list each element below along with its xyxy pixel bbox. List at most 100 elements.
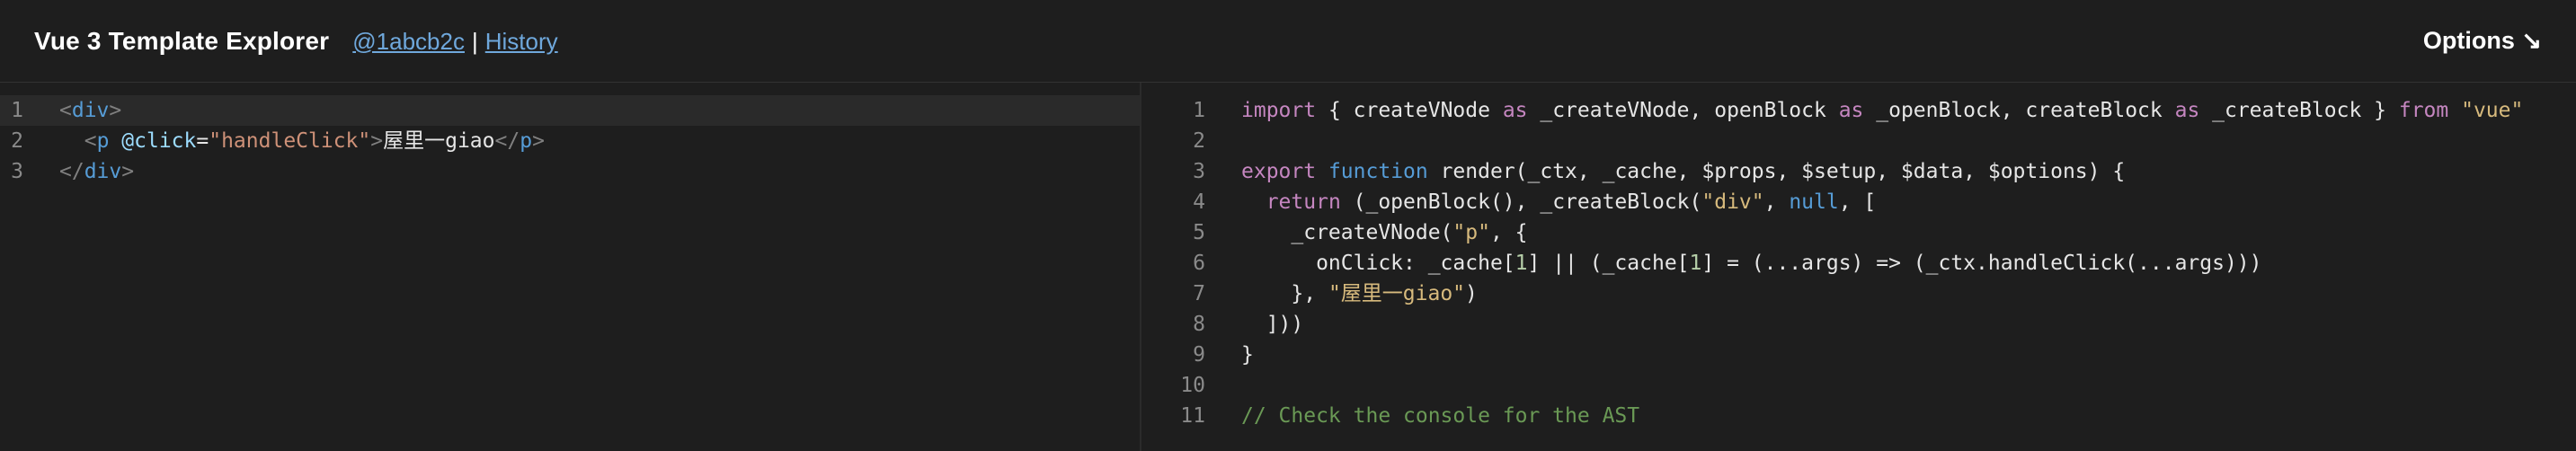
line-number: 3	[11, 160, 23, 183]
code-line[interactable]: 1 <div>	[0, 95, 1140, 126]
code-text: // Check the console for the AST	[1241, 401, 1639, 431]
code-token: "handleClick"	[209, 129, 371, 153]
code-line[interactable]: 6 onClick: _cache[1] || (_cache[1] = (..…	[1141, 248, 2576, 279]
output-editor[interactable]: 1 import { createVNode as _createVNode, o…	[1141, 83, 2576, 451]
line-number: 8	[1193, 313, 1205, 336]
options-toggle[interactable]: Options ↘	[2423, 27, 2542, 55]
code-line[interactable]: 3 export function render(_ctx, _cache, $p…	[1141, 156, 2576, 187]
code-text: _createVNode("p", {	[1241, 217, 1528, 248]
code-text: </div>	[59, 156, 134, 187]
code-token: p	[96, 129, 110, 153]
code-line[interactable]: 10	[1141, 370, 2576, 401]
code-token: </	[494, 129, 520, 153]
code-token: render(_ctx, _cache, $props, $setup, $da…	[1427, 160, 2126, 183]
code-token: from	[2398, 99, 2449, 122]
code-token: as	[1502, 99, 1528, 122]
code-token: 1	[1689, 252, 1702, 275]
output-code-lines[interactable]: 1 import { createVNode as _createVNode, o…	[1141, 95, 2576, 431]
line-number: 5	[1193, 221, 1205, 244]
code-token: =	[196, 129, 209, 153]
link-separator: |	[471, 27, 478, 55]
code-line[interactable]: 7 }, "屋里一giao")	[1141, 279, 2576, 309]
line-number: 7	[1193, 282, 1205, 305]
code-token: _createVNode(	[1241, 221, 1453, 244]
source-editor[interactable]: 1 <div> 2 <p @click="handleClick">屋里一giao<…	[0, 83, 1141, 451]
line-number: 3	[1193, 160, 1205, 183]
code-token: >	[109, 99, 122, 122]
commit-link[interactable]: @1abcb2c	[352, 28, 465, 56]
code-text: <p @click="handleClick">屋里一giao</p>	[59, 126, 545, 156]
code-token: onClick: _cache[	[1241, 252, 1515, 275]
code-line[interactable]: 2	[1141, 126, 2576, 156]
code-text: }	[1241, 340, 1254, 370]
code-token: </	[59, 160, 84, 183]
line-number: 1	[1193, 99, 1205, 122]
code-line[interactable]: 5 _createVNode("p", {	[1141, 217, 2576, 248]
code-line[interactable]: 4 return (_openBlock(), _createBlock("di…	[1141, 187, 2576, 217]
line-number: 9	[1193, 343, 1205, 367]
code-token: (_openBlock(), _createBlock(	[1340, 190, 1702, 214]
code-token: <	[59, 99, 72, 122]
code-token: ] = (...args) => (_ctx.handleClick(...ar…	[1701, 252, 2262, 275]
code-token: "屋里一giao"	[1328, 282, 1466, 305]
code-token: "p"	[1452, 221, 1490, 244]
code-token: , [	[1838, 190, 1877, 214]
code-token: ] || (_cache[	[1527, 252, 1690, 275]
line-number: 10	[1180, 374, 1205, 397]
code-token: export	[1241, 160, 1317, 183]
code-token: div	[84, 160, 122, 183]
line-number: 2	[11, 129, 23, 153]
code-token: }	[1241, 343, 1254, 367]
history-link[interactable]: History	[485, 28, 558, 56]
code-text: import { createVNode as _createVNode, op…	[1241, 95, 2523, 126]
line-number: 11	[1180, 404, 1205, 428]
code-line[interactable]: 1 import { createVNode as _createVNode, o…	[1141, 95, 2576, 126]
code-text: onClick: _cache[1] || (_cache[1] = (...a…	[1241, 248, 2262, 279]
code-text: }, "屋里一giao")	[1241, 279, 1478, 309]
code-token: },	[1241, 282, 1328, 305]
code-token: as	[1838, 99, 1864, 122]
code-token: 屋里一giao	[383, 129, 495, 153]
code-token: <	[84, 129, 97, 153]
code-token: { createVNode	[1316, 99, 1503, 122]
header-bar: Vue 3 Template Explorer @1abcb2c | Histo…	[0, 0, 2576, 83]
code-token: )	[1465, 282, 1478, 305]
code-token: p	[520, 129, 533, 153]
source-code-lines[interactable]: 1 <div> 2 <p @click="handleClick">屋里一giao<…	[0, 95, 1140, 187]
code-token: _createVNode, openBlock	[1527, 99, 1839, 122]
code-token: @click	[121, 129, 197, 153]
code-line[interactable]: 11 // Check the console for the AST	[1141, 401, 2576, 431]
code-token: ,	[1763, 190, 1790, 214]
code-text: <div>	[59, 95, 121, 126]
code-text: return (_openBlock(), _createBlock("div"…	[1241, 187, 1877, 217]
code-text: export function render(_ctx, _cache, $pr…	[1241, 156, 2125, 187]
code-token: >	[370, 129, 384, 153]
code-token: // Check the console for the AST	[1241, 404, 1640, 428]
code-token: "vue"	[2461, 99, 2524, 122]
code-line[interactable]: 2 <p @click="handleClick">屋里一giao</p>	[0, 126, 1140, 156]
code-line[interactable]: 9}	[1141, 340, 2576, 370]
code-token: _openBlock, createBlock	[1863, 99, 2175, 122]
line-number: 2	[1193, 129, 1205, 153]
code-token: function	[1328, 160, 1428, 183]
line-number: 6	[1193, 252, 1205, 275]
code-token: _createBlock }	[2199, 99, 2399, 122]
code-token: , {	[1489, 221, 1528, 244]
code-text: ]))	[1241, 309, 1304, 340]
editor-panes: 1 <div> 2 <p @click="handleClick">屋里一giao<…	[0, 83, 2576, 451]
code-token: as	[2174, 99, 2200, 122]
code-token: >	[121, 160, 135, 183]
code-token: ]))	[1241, 313, 1304, 336]
code-line[interactable]: 8 ]))	[1141, 309, 2576, 340]
code-token: >	[532, 129, 545, 153]
app-title: Vue 3 Template Explorer	[34, 26, 330, 55]
code-token: 1	[1515, 252, 1528, 275]
code-line[interactable]: 3 </div>	[0, 156, 1140, 187]
code-token: div	[71, 99, 110, 122]
line-number: 4	[1193, 190, 1205, 214]
